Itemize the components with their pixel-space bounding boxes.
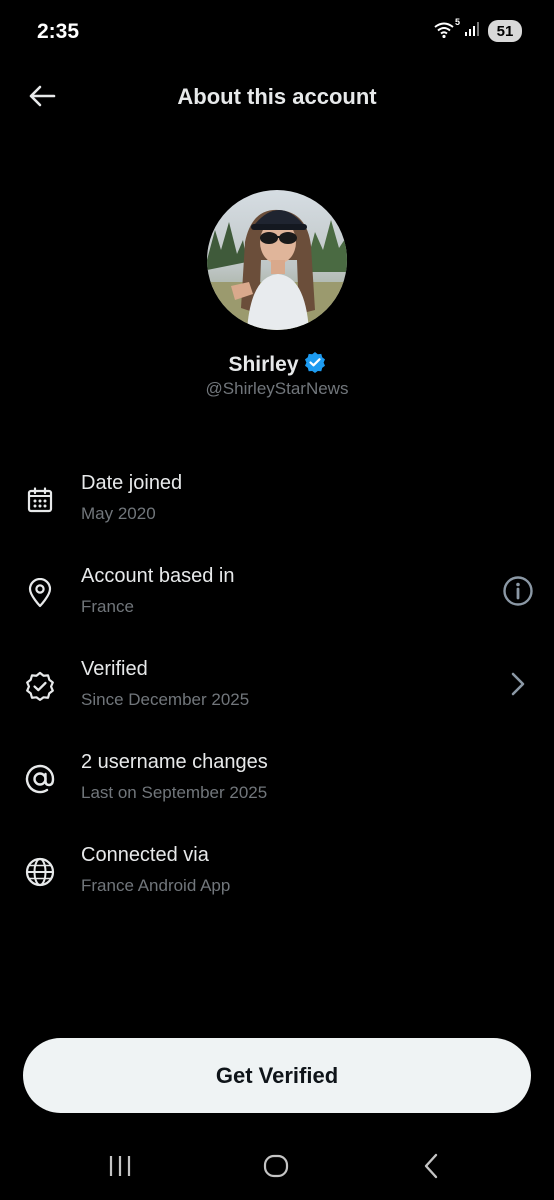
row-account-based-in: Account based in France: [0, 565, 554, 625]
chevron-right-icon: [508, 670, 528, 703]
verified-badge-icon[interactable]: [304, 351, 326, 378]
get-verified-button[interactable]: Get Verified: [23, 1038, 531, 1113]
row-sub: Last on September 2025: [81, 783, 268, 802]
system-nav-bar: [0, 1135, 554, 1200]
system-back-button[interactable]: [410, 1153, 454, 1183]
location-pin-icon: [22, 575, 58, 611]
row-label: Account based in: [81, 565, 235, 587]
calendar-icon: [22, 482, 58, 518]
row-sub: France: [81, 597, 134, 616]
row-username-changes: 2 username changes Last on September 202…: [0, 751, 554, 811]
signal-icon: [464, 21, 480, 42]
status-time: 2:35: [37, 20, 80, 43]
profile-handle: @ShirleyStarNews: [205, 379, 349, 398]
recent-apps-icon: [107, 1154, 133, 1183]
status-bar: 2:35 5 51: [0, 0, 554, 66]
row-label: Date joined: [81, 472, 183, 494]
header: About this account: [0, 66, 554, 130]
verified-details-button[interactable]: [500, 668, 536, 704]
row-verified[interactable]: Verified Since December 2025: [0, 658, 554, 718]
globe-icon: [22, 854, 58, 890]
row-label: Connected via: [81, 844, 209, 866]
row-sub: May 2020: [81, 504, 156, 523]
row-date-joined: Date joined May 2020: [0, 472, 554, 532]
avatar[interactable]: [207, 190, 347, 330]
wifi-icon: 5: [434, 17, 460, 40]
profile-name: Shirley: [228, 352, 299, 376]
info-icon: [502, 575, 534, 612]
row-sub: France Android App: [81, 876, 231, 895]
home-icon: [262, 1154, 290, 1183]
wifi-badge: 5: [454, 17, 460, 27]
at-sign-icon: [22, 761, 58, 797]
home-button[interactable]: [254, 1153, 298, 1183]
row-label: Verified: [81, 658, 148, 680]
recent-apps-button[interactable]: [98, 1153, 142, 1183]
verified-badge-icon: [22, 668, 58, 704]
page-title: About this account: [177, 84, 377, 109]
status-icons: 5 51: [434, 17, 522, 42]
battery-icon: 51: [488, 20, 522, 42]
info-button[interactable]: [500, 575, 536, 611]
row-connected-via: Connected via France Android App: [0, 844, 554, 904]
row-label: 2 username changes: [81, 751, 268, 773]
back-icon: [422, 1153, 442, 1184]
profile-name-row: Shirley: [0, 351, 554, 378]
row-sub: Since December 2025: [81, 690, 250, 709]
